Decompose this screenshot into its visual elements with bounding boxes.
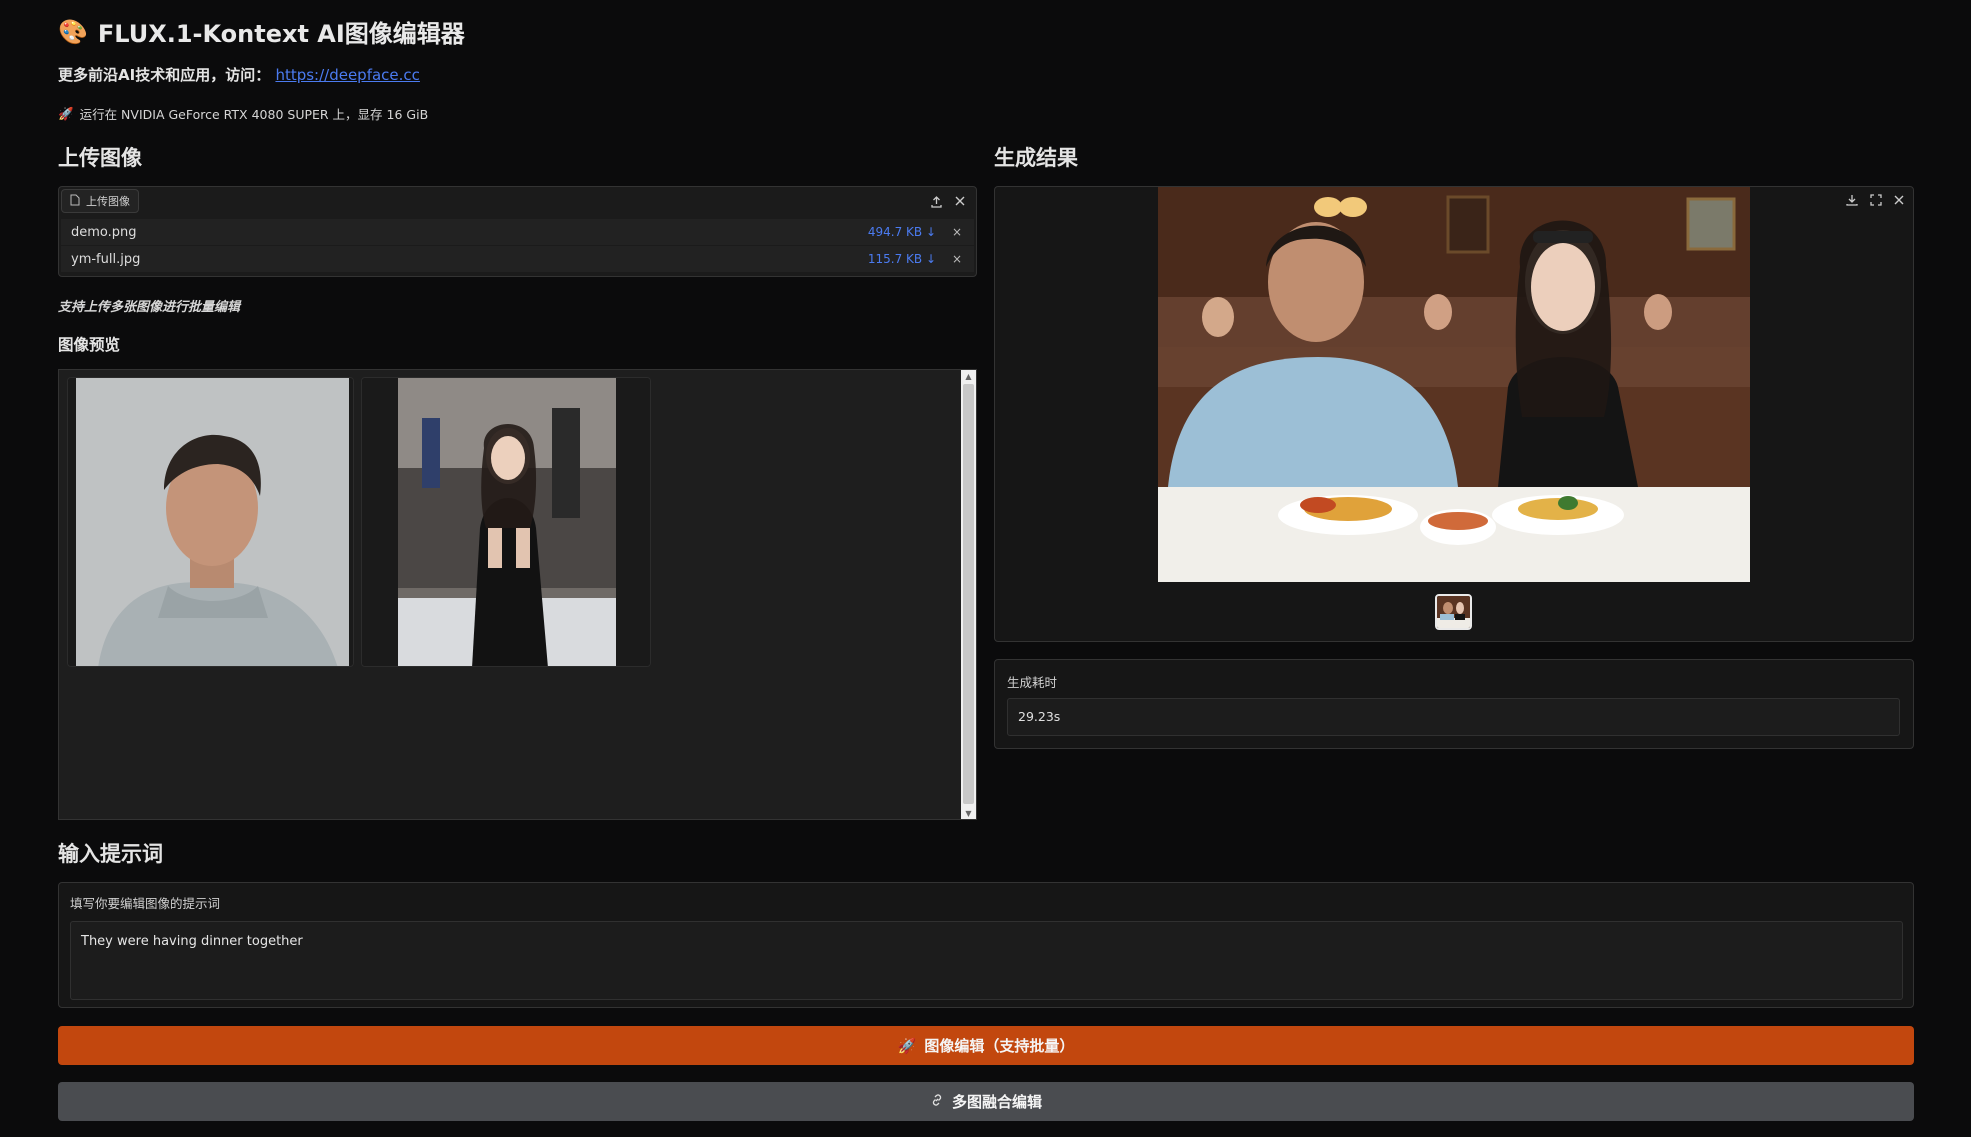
remove-file-button[interactable]: × (952, 225, 962, 239)
result-thumbnail[interactable] (1435, 594, 1472, 630)
promo-line: 更多前沿AI技术和应用，访问： https://deepface.cc (58, 64, 420, 85)
scrollbar-thumb[interactable] (963, 384, 974, 804)
upload-tab: 上传图像 (61, 189, 139, 213)
file-row: ym-full.jpg 115.7 KB ↓ × (61, 246, 974, 272)
app-title: 🎨 FLUX.1-Kontext AI图像编辑器 (58, 14, 465, 49)
result-panel (994, 186, 1914, 642)
multi-image-merge-button[interactable]: 多图融合编辑 (58, 1082, 1914, 1121)
link-icon (930, 1093, 944, 1111)
close-icon[interactable] (950, 191, 970, 211)
promo-text: 更多前沿AI技术和应用，访问： (58, 66, 271, 84)
preview-gallery: ▲ ▼ (58, 369, 977, 820)
app-title-text: FLUX.1-Kontext AI图像编辑器 (97, 20, 465, 48)
gpu-info-text: 运行在 NVIDIA GeForce RTX 4080 SUPER 上，显存 1… (79, 107, 429, 122)
scroll-down-arrow-icon[interactable]: ▼ (961, 807, 976, 819)
generation-time-value: 29.23s (1007, 698, 1900, 736)
download-icon[interactable] (1841, 189, 1863, 211)
generation-time-label: 生成耗时 (1007, 675, 1058, 690)
upload-tab-label: 上传图像 (86, 195, 130, 208)
rocket-icon: 🚀 (58, 105, 74, 121)
prompt-label: 填写你要编辑图像的提示词 (70, 896, 221, 911)
scroll-up-arrow-icon[interactable]: ▲ (961, 370, 976, 382)
upload-panel[interactable]: 上传图像 demo.png 494.7 KB ↓ × ym-full.jpg 1… (58, 186, 977, 277)
file-size-download[interactable]: 494.7 KB ↓ (868, 225, 936, 239)
rocket-icon: 🚀 (897, 1037, 917, 1055)
upload-icon[interactable] (926, 191, 946, 211)
preview-thumbnail[interactable] (67, 377, 354, 667)
remove-file-button[interactable]: × (952, 252, 962, 266)
batch-hint: 支持上传多张图像进行批量编辑 (58, 300, 241, 315)
gpu-info: 🚀 运行在 NVIDIA GeForce RTX 4080 SUPER 上，显存… (58, 104, 428, 123)
generated-dinner-image[interactable] (1158, 187, 1750, 582)
file-name: ym-full.jpg (71, 251, 141, 267)
woman-event-image (362, 378, 650, 666)
app-page: 🎨 FLUX.1-Kontext AI图像编辑器 更多前沿AI技术和应用，访问：… (0, 0, 1971, 1137)
prompt-input[interactable]: They were having dinner together (70, 921, 1903, 1000)
result-thumbnail-image (1437, 596, 1470, 628)
preview-title: 图像预览 (58, 336, 121, 354)
file-icon (70, 194, 80, 209)
result-section-title: 生成结果 (994, 146, 1078, 170)
prompt-panel: 填写你要编辑图像的提示词 They were having dinner tog… (58, 882, 1914, 1008)
generation-time-panel: 生成耗时 29.23s (994, 659, 1914, 749)
edit-image-button[interactable]: 🚀 图像编辑（支持批量） (58, 1026, 1914, 1065)
multi-image-merge-button-label: 多图融合编辑 (951, 1094, 1042, 1111)
gallery-scrollbar[interactable]: ▲ ▼ (961, 370, 976, 819)
palette-icon: 🎨 (58, 17, 88, 46)
upload-section-title: 上传图像 (58, 146, 142, 170)
fullscreen-icon[interactable] (1865, 189, 1887, 211)
preview-thumbnail[interactable] (361, 377, 651, 667)
man-portrait-image (68, 378, 353, 666)
file-name: demo.png (71, 224, 137, 240)
deepface-link[interactable]: https://deepface.cc (275, 66, 419, 84)
prompt-section-title: 输入提示词 (58, 842, 163, 866)
edit-image-button-label: 图像编辑（支持批量） (924, 1038, 1075, 1055)
file-size-download[interactable]: 115.7 KB ↓ (868, 252, 936, 266)
file-row: demo.png 494.7 KB ↓ × (61, 219, 974, 245)
close-icon[interactable] (1888, 189, 1910, 211)
